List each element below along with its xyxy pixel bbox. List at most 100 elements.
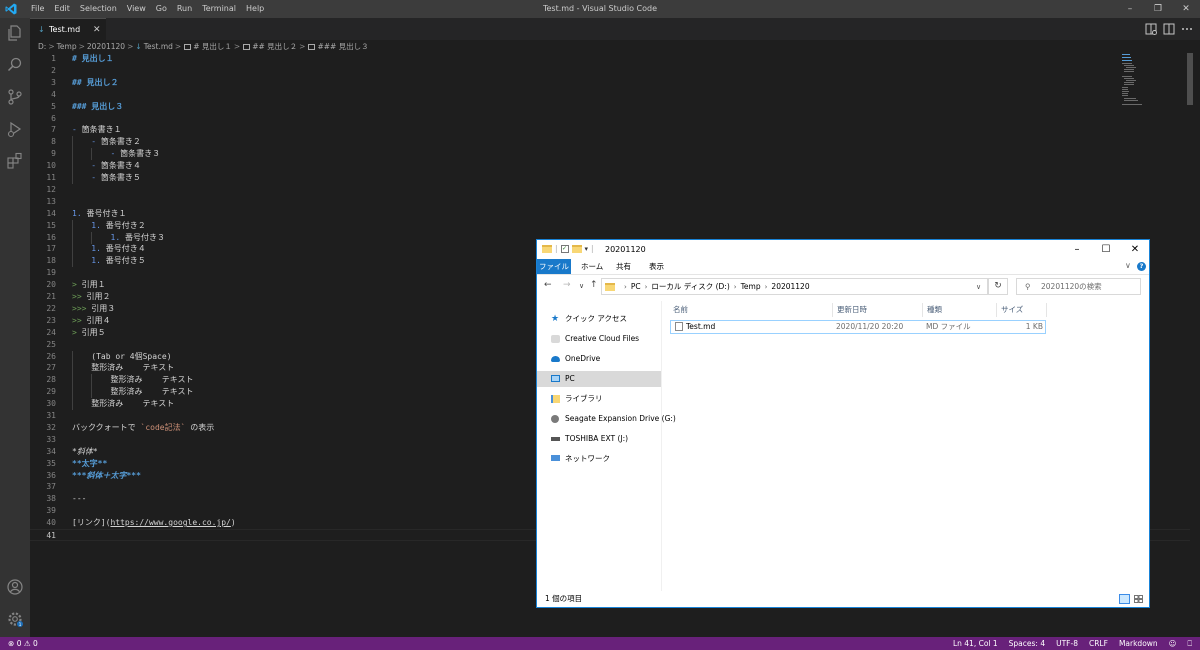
notifications-icon[interactable]: ⎕ — [1188, 637, 1193, 650]
editor-line[interactable]: 11 - 箇条書き５ — [30, 172, 1190, 184]
help-icon[interactable]: ? — [1137, 262, 1146, 271]
explorer-minimize-button[interactable]: – — [1063, 240, 1091, 259]
restore-button[interactable]: ❐ — [1144, 0, 1172, 18]
address-segment-temp[interactable]: Temp — [741, 282, 761, 291]
nav-item-seagate-drive[interactable]: Seagate Expansion Drive (G:) — [537, 411, 676, 427]
line-ending[interactable]: CRLF — [1089, 637, 1108, 650]
settings-gear-icon[interactable]: 1 — [6, 610, 24, 628]
menu-edit[interactable]: Edit — [49, 0, 75, 18]
editor-line[interactable]: 15 1. 番号付き２ — [30, 219, 1190, 232]
nav-item-toshiba-drive[interactable]: TOSHIBA EXT (J:) — [537, 431, 661, 447]
breadcrumb-folder-date[interactable]: 20201120 — [87, 41, 125, 53]
nav-item-pc[interactable]: PC — [537, 371, 661, 387]
problems-indicator[interactable]: ⊗ 0 ⚠ 0 — [8, 637, 38, 650]
menu-run[interactable]: Run — [172, 0, 197, 18]
column-header-type[interactable]: 種類 — [923, 303, 997, 317]
minimap[interactable] — [1120, 53, 1180, 113]
explorer-maximize-button[interactable]: ☐ — [1092, 240, 1120, 259]
nav-item-creative-cloud[interactable]: Creative Cloud Files — [537, 331, 661, 347]
editor-line[interactable]: 2 — [30, 65, 1190, 77]
address-segment-pc[interactable]: PC — [631, 282, 641, 291]
editor-line[interactable]: 7 - 箇条書き１ — [30, 124, 1190, 136]
file-row[interactable]: Test.md 2020/11/20 20:20 MD ファイル 1 KB — [670, 320, 1046, 334]
more-actions-icon[interactable] — [1179, 20, 1195, 38]
menu-go[interactable]: Go — [151, 0, 172, 18]
nav-item-library[interactable]: ライブラリ — [537, 391, 661, 407]
minimize-button[interactable]: – — [1116, 0, 1144, 18]
cursor-position[interactable]: Ln 41, Col 1 — [953, 637, 998, 650]
vertical-scrollbar[interactable] — [1187, 53, 1193, 105]
nav-item-quick-access[interactable]: ★ クイック アクセス — [537, 311, 661, 327]
pane-divider[interactable] — [661, 301, 662, 591]
breadcrumb-symbol-h3[interactable]: ### 見出し３ — [317, 41, 368, 53]
encoding[interactable]: UTF-8 — [1056, 637, 1078, 650]
breadcrumb-drive[interactable]: D: — [38, 41, 46, 53]
chevron-down-icon[interactable]: ∨ — [1125, 261, 1131, 270]
menu-view[interactable]: View — [122, 0, 151, 18]
column-header-size[interactable]: サイズ — [997, 303, 1047, 317]
feedback-icon[interactable]: ☺ — [1169, 637, 1177, 650]
explorer-close-button[interactable]: ✕ — [1121, 240, 1149, 259]
search-box[interactable]: ⚲ 20201120の検索 — [1016, 278, 1141, 295]
explorer-icon[interactable] — [6, 24, 24, 42]
split-editor-icon[interactable] — [1161, 20, 1177, 38]
language-mode[interactable]: Markdown — [1119, 637, 1158, 650]
source-control-icon[interactable] — [6, 88, 24, 106]
editor-line[interactable]: 1 # 見出し１ — [30, 53, 1190, 65]
address-dropdown-icon[interactable]: ∨ — [976, 283, 981, 291]
item-count: 1 個の項目 — [545, 594, 583, 603]
editor-line[interactable]: 9 - 箇条書き３ — [30, 148, 1190, 161]
menu-help[interactable]: Help — [241, 0, 269, 18]
editor-line[interactable]: 6 — [30, 113, 1190, 125]
back-arrow-icon[interactable]: ← — [544, 280, 552, 290]
line-number: 22 — [46, 303, 56, 313]
menu-terminal[interactable]: Terminal — [197, 0, 241, 18]
up-arrow-icon[interactable]: ↑ — [590, 280, 598, 290]
ribbon-tab-view[interactable]: 表示 — [649, 259, 664, 274]
address-segment-folder[interactable]: 20201120 — [771, 282, 809, 291]
address-bar[interactable]: › PC › ローカル ディスク (D:) › Temp › 20201120 … — [601, 278, 988, 295]
ribbon-tab-share[interactable]: 共有 — [616, 259, 631, 274]
properties-icon[interactable]: ✓ — [560, 244, 569, 253]
refresh-icon[interactable]: ↻ — [988, 278, 1008, 295]
nav-item-network[interactable]: ネットワーク — [537, 451, 661, 467]
ribbon-tab-file[interactable]: ファイル — [537, 259, 571, 274]
extensions-icon[interactable] — [6, 152, 24, 170]
indentation[interactable]: Spaces: 4 — [1009, 637, 1045, 650]
account-icon[interactable] — [6, 578, 24, 596]
forward-arrow-icon[interactable]: → — [563, 280, 571, 290]
close-icon[interactable]: ✕ — [93, 19, 101, 41]
recent-locations-icon[interactable]: ∨ — [579, 282, 584, 290]
qat-dropdown-icon[interactable]: ▾ — [585, 245, 589, 253]
code-token: *斜体* — [72, 446, 98, 456]
editor-line[interactable]: 10 - 箇条書き４ — [30, 160, 1190, 173]
line-number: 18 — [46, 256, 56, 266]
search-icon[interactable] — [6, 56, 24, 74]
editor-line[interactable]: 12 — [30, 184, 1190, 196]
close-button[interactable]: ✕ — [1172, 0, 1200, 18]
editor-line[interactable]: 4 — [30, 89, 1190, 101]
breadcrumb-symbol-h1[interactable]: # 見出し１ — [193, 41, 232, 53]
editor-line[interactable]: 14 1. 番号付き１ — [30, 208, 1190, 220]
editor-line[interactable]: 8 - 箇条書き２ — [30, 136, 1190, 149]
open-preview-icon[interactable] — [1143, 20, 1159, 38]
large-icons-view-icon[interactable] — [1134, 595, 1143, 603]
nav-item-onedrive[interactable]: OneDrive — [537, 351, 661, 367]
column-header-name[interactable]: 名前 — [669, 303, 833, 317]
run-debug-icon[interactable] — [6, 120, 24, 138]
menu-file[interactable]: File — [26, 0, 49, 18]
tab-test-md[interactable]: ↓ Test.md ✕ — [30, 18, 106, 40]
editor-line[interactable]: 13 — [30, 196, 1190, 208]
menu-selection[interactable]: Selection — [75, 0, 122, 18]
editor-line[interactable]: 5 ### 見出し３ — [30, 101, 1190, 113]
breadcrumb-symbol-h2[interactable]: ## 見出し２ — [252, 41, 297, 53]
details-view-icon[interactable] — [1119, 594, 1130, 604]
breadcrumb-folder-temp[interactable]: Temp — [57, 41, 77, 53]
new-folder-icon[interactable] — [571, 244, 582, 253]
address-segment-drive[interactable]: ローカル ディスク (D:) — [651, 281, 729, 292]
ribbon-tab-home[interactable]: ホーム — [581, 259, 603, 274]
breadcrumb-file[interactable]: Test.md — [144, 41, 173, 53]
editor-line[interactable]: 3 ## 見出し２ — [30, 77, 1190, 89]
line-number: 10 — [46, 161, 56, 171]
column-header-modified[interactable]: 更新日時 — [833, 303, 923, 317]
